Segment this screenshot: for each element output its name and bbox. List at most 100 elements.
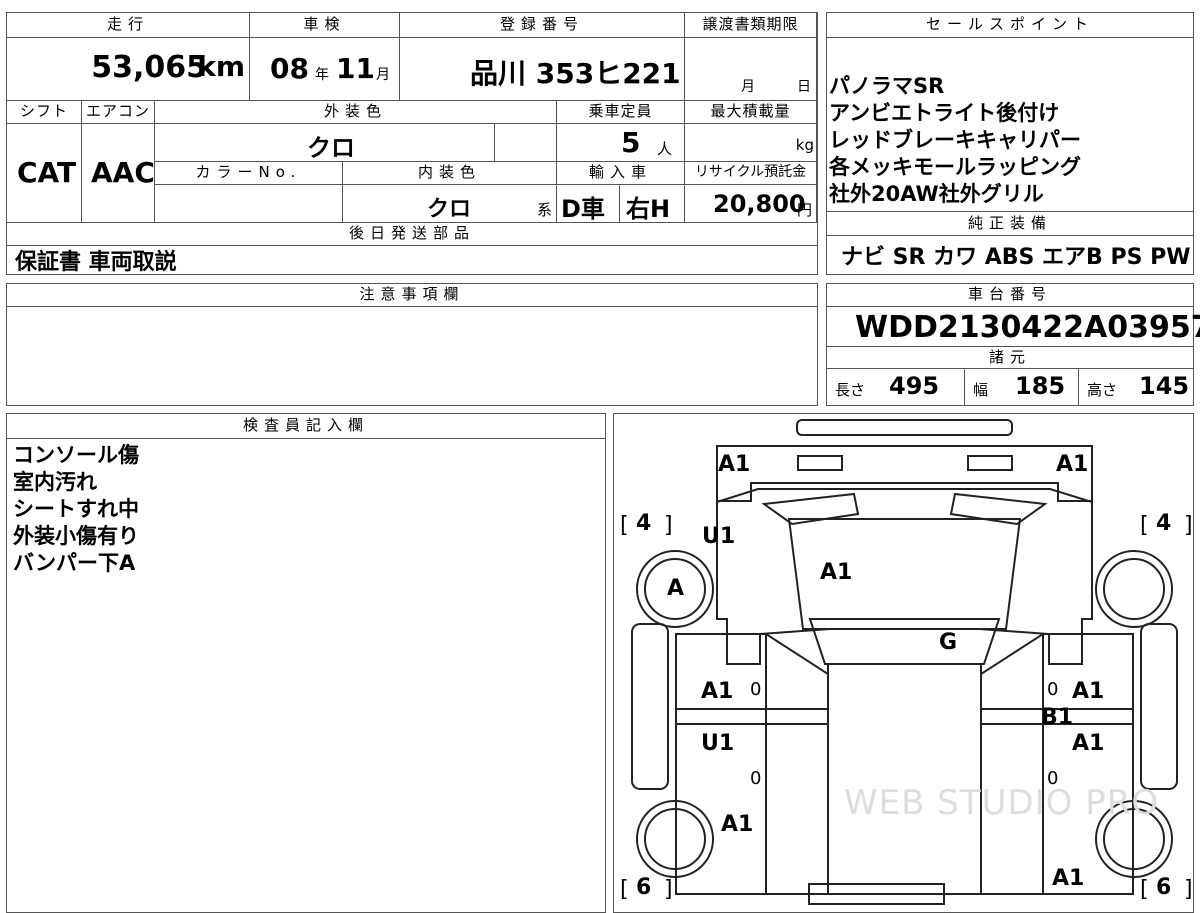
- max-load-cell: kg: [685, 124, 817, 162]
- ac-value: AAC: [91, 156, 155, 189]
- steering-value: 右H: [626, 195, 671, 223]
- standard-equipment-value: ナビ SR カワ ABS エアB PS PW: [841, 245, 1191, 270]
- mark-zero: 0: [750, 679, 762, 700]
- import-header: 輸入車: [557, 162, 685, 185]
- specs-header: 諸元: [827, 346, 1193, 369]
- registration-value: 品川 353ヒ221: [470, 57, 681, 90]
- interior-color-header: 内装色: [343, 162, 557, 185]
- interior-color-unit: 系: [536, 201, 552, 219]
- inspection-year-unit: 年: [315, 67, 329, 83]
- notes-header: 注意事項欄: [7, 284, 817, 307]
- mark-windshield: G: [939, 630, 958, 655]
- tire-front-right: 4: [1156, 511, 1172, 536]
- exterior-color-value: クロ: [307, 134, 355, 162]
- svg-text:[: [: [1140, 513, 1149, 538]
- mark-front-left-corner: A1: [718, 452, 751, 477]
- tire-rear-right: 6: [1156, 875, 1172, 900]
- standard-equipment-header: 純正装備: [827, 212, 1193, 236]
- exterior-color-cell: クロ: [155, 124, 495, 162]
- ac-cell: AAC: [82, 124, 155, 223]
- inspection-header: 車検: [250, 13, 400, 38]
- spec-length-value: 495: [889, 372, 940, 400]
- svg-text:[: [: [620, 513, 629, 538]
- svg-text:]: ]: [664, 877, 673, 902]
- mark-left-rear-door: U1: [701, 731, 735, 756]
- max-load-unit: kg: [795, 136, 814, 154]
- inspector-line: 外装小傷有り: [13, 524, 139, 548]
- import-cell: D車: [557, 185, 620, 223]
- chassis-header: 車台番号: [827, 284, 1193, 307]
- sales-points-box: セールスポイント パノラマSR アンビエトライト後付け レッドブレーキキャリパー…: [826, 12, 1194, 212]
- sales-point-item: 社外20AW社外グリル: [829, 182, 1044, 206]
- color-no-header: カラーNo.: [155, 162, 343, 185]
- svg-text:]: ]: [664, 513, 673, 538]
- tire-front-left: 4: [636, 511, 652, 536]
- inspection-cell: 08 年 11 月: [250, 38, 400, 101]
- sales-point-item: アンビエトライト後付け: [829, 101, 1060, 125]
- svg-text:[: [: [620, 877, 629, 902]
- transfer-deadline-header: 譲渡書類期限: [685, 13, 817, 38]
- vehicle-info-table: 走行 車検 登録番号 譲渡書類期限 53,065 km 08 年 11 月 品川…: [6, 12, 818, 275]
- shift-value: CAT: [17, 156, 77, 189]
- ac-header: エアコン: [82, 101, 155, 124]
- standard-equipment-box: 純正装備 ナビ SR カワ ABS エアB PS PW: [826, 211, 1194, 275]
- spec-height-label: 高さ: [1087, 381, 1118, 399]
- import-value: D車: [561, 195, 605, 223]
- mark-hood: A1: [820, 560, 853, 585]
- recycle-unit: 円: [796, 201, 812, 219]
- interior-color-cell: クロ 系: [343, 185, 557, 223]
- inspector-box: 検査員記入欄 コンソール傷 室内汚れ シートすれ中 外装小傷有り バンパー下A: [6, 413, 606, 913]
- mileage-header: 走行: [7, 13, 250, 38]
- sales-point-item: 各メッキモールラッピング: [829, 155, 1081, 179]
- car-diagram: [] [] [] [] WEB STUDIO PRO: [620, 419, 1193, 905]
- sales-point-item: レッドブレーキキャリパー: [829, 128, 1081, 152]
- transfer-deadline-cell: 月 日: [685, 38, 817, 101]
- mark-zero: 0: [1047, 679, 1059, 700]
- inspection-month: 11: [336, 52, 375, 85]
- shift-header: シフト: [7, 101, 82, 124]
- later-parts-header: 後日発送部品: [7, 223, 817, 246]
- spec-width-cell: 幅 185: [965, 369, 1079, 405]
- registration-cell: 品川 353ヒ221: [400, 38, 685, 101]
- mark-left-rear-fender: A1: [721, 812, 754, 837]
- inspector-line: コンソール傷: [13, 443, 139, 467]
- mark-right-rear-corner: A1: [1052, 866, 1085, 891]
- chassis-box: 車台番号 WDD2130422A039575 諸元 長さ 495 幅 185 高…: [826, 283, 1200, 406]
- mileage-value: 53,065: [91, 50, 207, 85]
- recycle-value: 20,800: [713, 190, 806, 218]
- mileage-cell: 53,065 km: [7, 38, 250, 101]
- mark-right-rear-door: A1: [1072, 731, 1105, 756]
- mark-zero: 0: [1047, 768, 1059, 789]
- sales-points-header: セールスポイント: [827, 13, 1193, 38]
- spec-width-value: 185: [1015, 372, 1066, 400]
- tire-rear-left: 6: [636, 875, 652, 900]
- notes-box: 注意事項欄: [6, 283, 818, 406]
- exterior-color-header: 外装色: [155, 101, 557, 124]
- recycle-cell: 20,800 円: [685, 185, 817, 223]
- registration-header: 登録番号: [400, 13, 685, 38]
- capacity-value: 5: [621, 126, 641, 159]
- steering-cell: 右H: [620, 185, 685, 223]
- inspection-month-unit: 月: [376, 67, 390, 83]
- mark-right-pillar: B1: [1041, 705, 1074, 730]
- capacity-header: 乗車定員: [557, 101, 685, 124]
- transfer-day-unit: 日: [797, 79, 811, 95]
- spec-length-label: 長さ: [835, 381, 866, 399]
- mark-left-fender: U1: [702, 524, 736, 549]
- spec-height-value: 145: [1139, 372, 1190, 400]
- inspection-year: 08: [270, 52, 309, 85]
- max-load-header: 最大積載量: [685, 101, 817, 124]
- inspector-line: シートすれ中: [13, 497, 139, 521]
- color-no-cell: [155, 185, 343, 223]
- later-parts-value: 保証書 車両取説: [15, 250, 177, 275]
- inspector-line: バンパー下A: [13, 551, 136, 575]
- inspector-line: 室内汚れ: [13, 470, 97, 494]
- svg-text:[: [: [1140, 877, 1149, 902]
- spec-height-cell: 高さ 145: [1079, 369, 1193, 405]
- interior-color-value: クロ: [427, 197, 472, 222]
- mark-left-front-door: A1: [701, 679, 734, 704]
- inspector-header: 検査員記入欄: [7, 414, 605, 439]
- mark-right-front-door: A1: [1072, 679, 1105, 704]
- capacity-unit: 人: [657, 140, 673, 158]
- transfer-month-unit: 月: [741, 79, 755, 95]
